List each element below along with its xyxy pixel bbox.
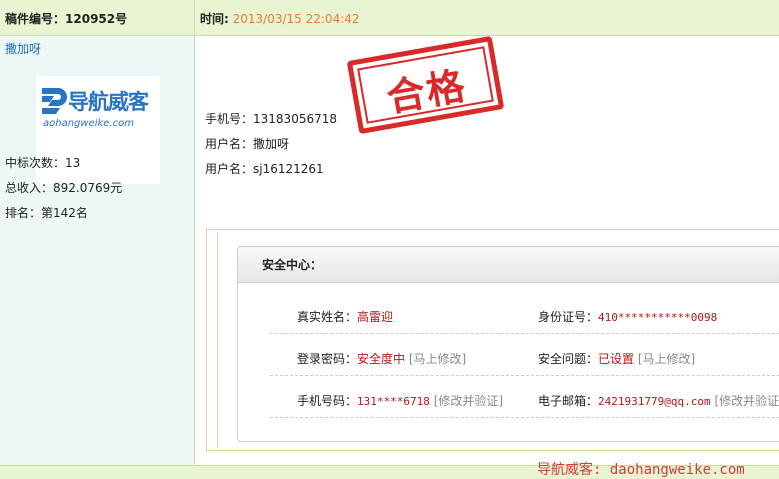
login-password: 登录密码：安全度中 [马上修改] [297, 350, 466, 367]
doc-number-label: 稿件编号： [5, 12, 66, 26]
security-question-label: 安全问题： [538, 352, 599, 366]
username-line: 用户名：撒加呀 [205, 135, 289, 152]
submit-time: 时间: 2013/03/15 22:04:42 [200, 10, 360, 27]
doc-number-value: 120952号 [65, 12, 128, 26]
total-income-label: 总收入： [5, 181, 54, 195]
verify-mobile-link[interactable]: [修改并验证] [434, 394, 503, 408]
security-panel-title: 安全中心： [262, 258, 323, 272]
security-row-identity: 真实姓名：高雷迎 身份证号：410***********0098 [270, 292, 779, 334]
win-count-value: 13 [65, 156, 81, 170]
real-name: 真实姓名：高雷迎 [297, 308, 393, 325]
modify-question-link[interactable]: [马上修改] [638, 352, 695, 366]
security-question: 安全问题：已设置 [马上修改] [538, 350, 695, 367]
real-name-label: 真实姓名： [297, 310, 358, 324]
phone-label: 手机号： [205, 112, 254, 126]
account-label: 用户名： [205, 162, 254, 176]
phone-line: 手机号：13183056718 [205, 110, 337, 127]
time-value: 2013/03/15 22:04:42 [232, 12, 360, 26]
username-label: 用户名： [205, 137, 254, 151]
rank-value: 第142名 [41, 206, 88, 220]
mobile-number: 手机号码：131****6718 [修改并验证] [297, 392, 503, 409]
rank-label: 排名： [5, 206, 42, 220]
id-number-value: 410***********0098 [598, 311, 718, 324]
logo-text-cn: 导航威客 [68, 90, 149, 114]
email: 电子邮箱：2421931779@qq.com [修改并验证 [538, 392, 779, 409]
win-count: 中标次数：13 [5, 154, 80, 171]
phone-value: 13183056718 [253, 112, 337, 126]
id-number: 身份证号：410***********0098 [538, 308, 717, 325]
id-number-label: 身份证号： [538, 310, 599, 324]
total-income-value: 892.0769元 [53, 181, 123, 195]
mobile-number-value: 131****6718 [357, 395, 430, 408]
modify-password-link[interactable]: [马上修改] [409, 352, 466, 366]
doc-number: 稿件编号：120952号 [0, 0, 195, 36]
account-line: 用户名：sj16121261 [205, 160, 324, 177]
security-panel-header: 安全中心： [238, 247, 779, 283]
sidebar-username-link[interactable]: 撒加呀 [5, 40, 41, 57]
time-label: 时间: [200, 12, 229, 26]
login-password-status: 安全度中 [357, 352, 406, 366]
verify-email-link[interactable]: [修改并验证 [714, 394, 779, 408]
username-value: 撒加呀 [253, 137, 290, 151]
site-watermark: 导航威客: daohangweike.com [537, 462, 745, 478]
real-name-value: 高雷迎 [357, 310, 394, 324]
security-question-status: 已设置 [598, 352, 635, 366]
header-bar: 稿件编号：120952号 时间: 2013/03/15 22:04:42 [0, 0, 779, 36]
stamp-text: 合格 [383, 62, 470, 121]
security-row-password: 登录密码：安全度中 [马上修改] 安全问题：已设置 [马上修改] [270, 334, 779, 376]
email-value: 2421931779@qq.com [598, 395, 711, 408]
login-password-label: 登录密码： [297, 352, 358, 366]
account-value: sj16121261 [253, 162, 324, 176]
logo-mark-icon [42, 88, 67, 114]
win-count-label: 中标次数： [5, 156, 66, 170]
user-sidebar: 撒加呀 导航威客 aohangweike.com 中标次数：13 总收入：892… [0, 36, 195, 465]
logo-text-en: aohangweike.com [43, 118, 134, 129]
security-row-contact: 手机号码：131****6718 [修改并验证] 电子邮箱：2421931779… [270, 376, 779, 418]
mobile-number-label: 手机号码： [297, 394, 358, 408]
user-rank: 排名：第142名 [5, 204, 88, 221]
email-label: 电子邮箱： [538, 394, 599, 408]
total-income: 总收入：892.0769元 [5, 179, 122, 196]
qualified-stamp: 合格 [346, 35, 505, 135]
